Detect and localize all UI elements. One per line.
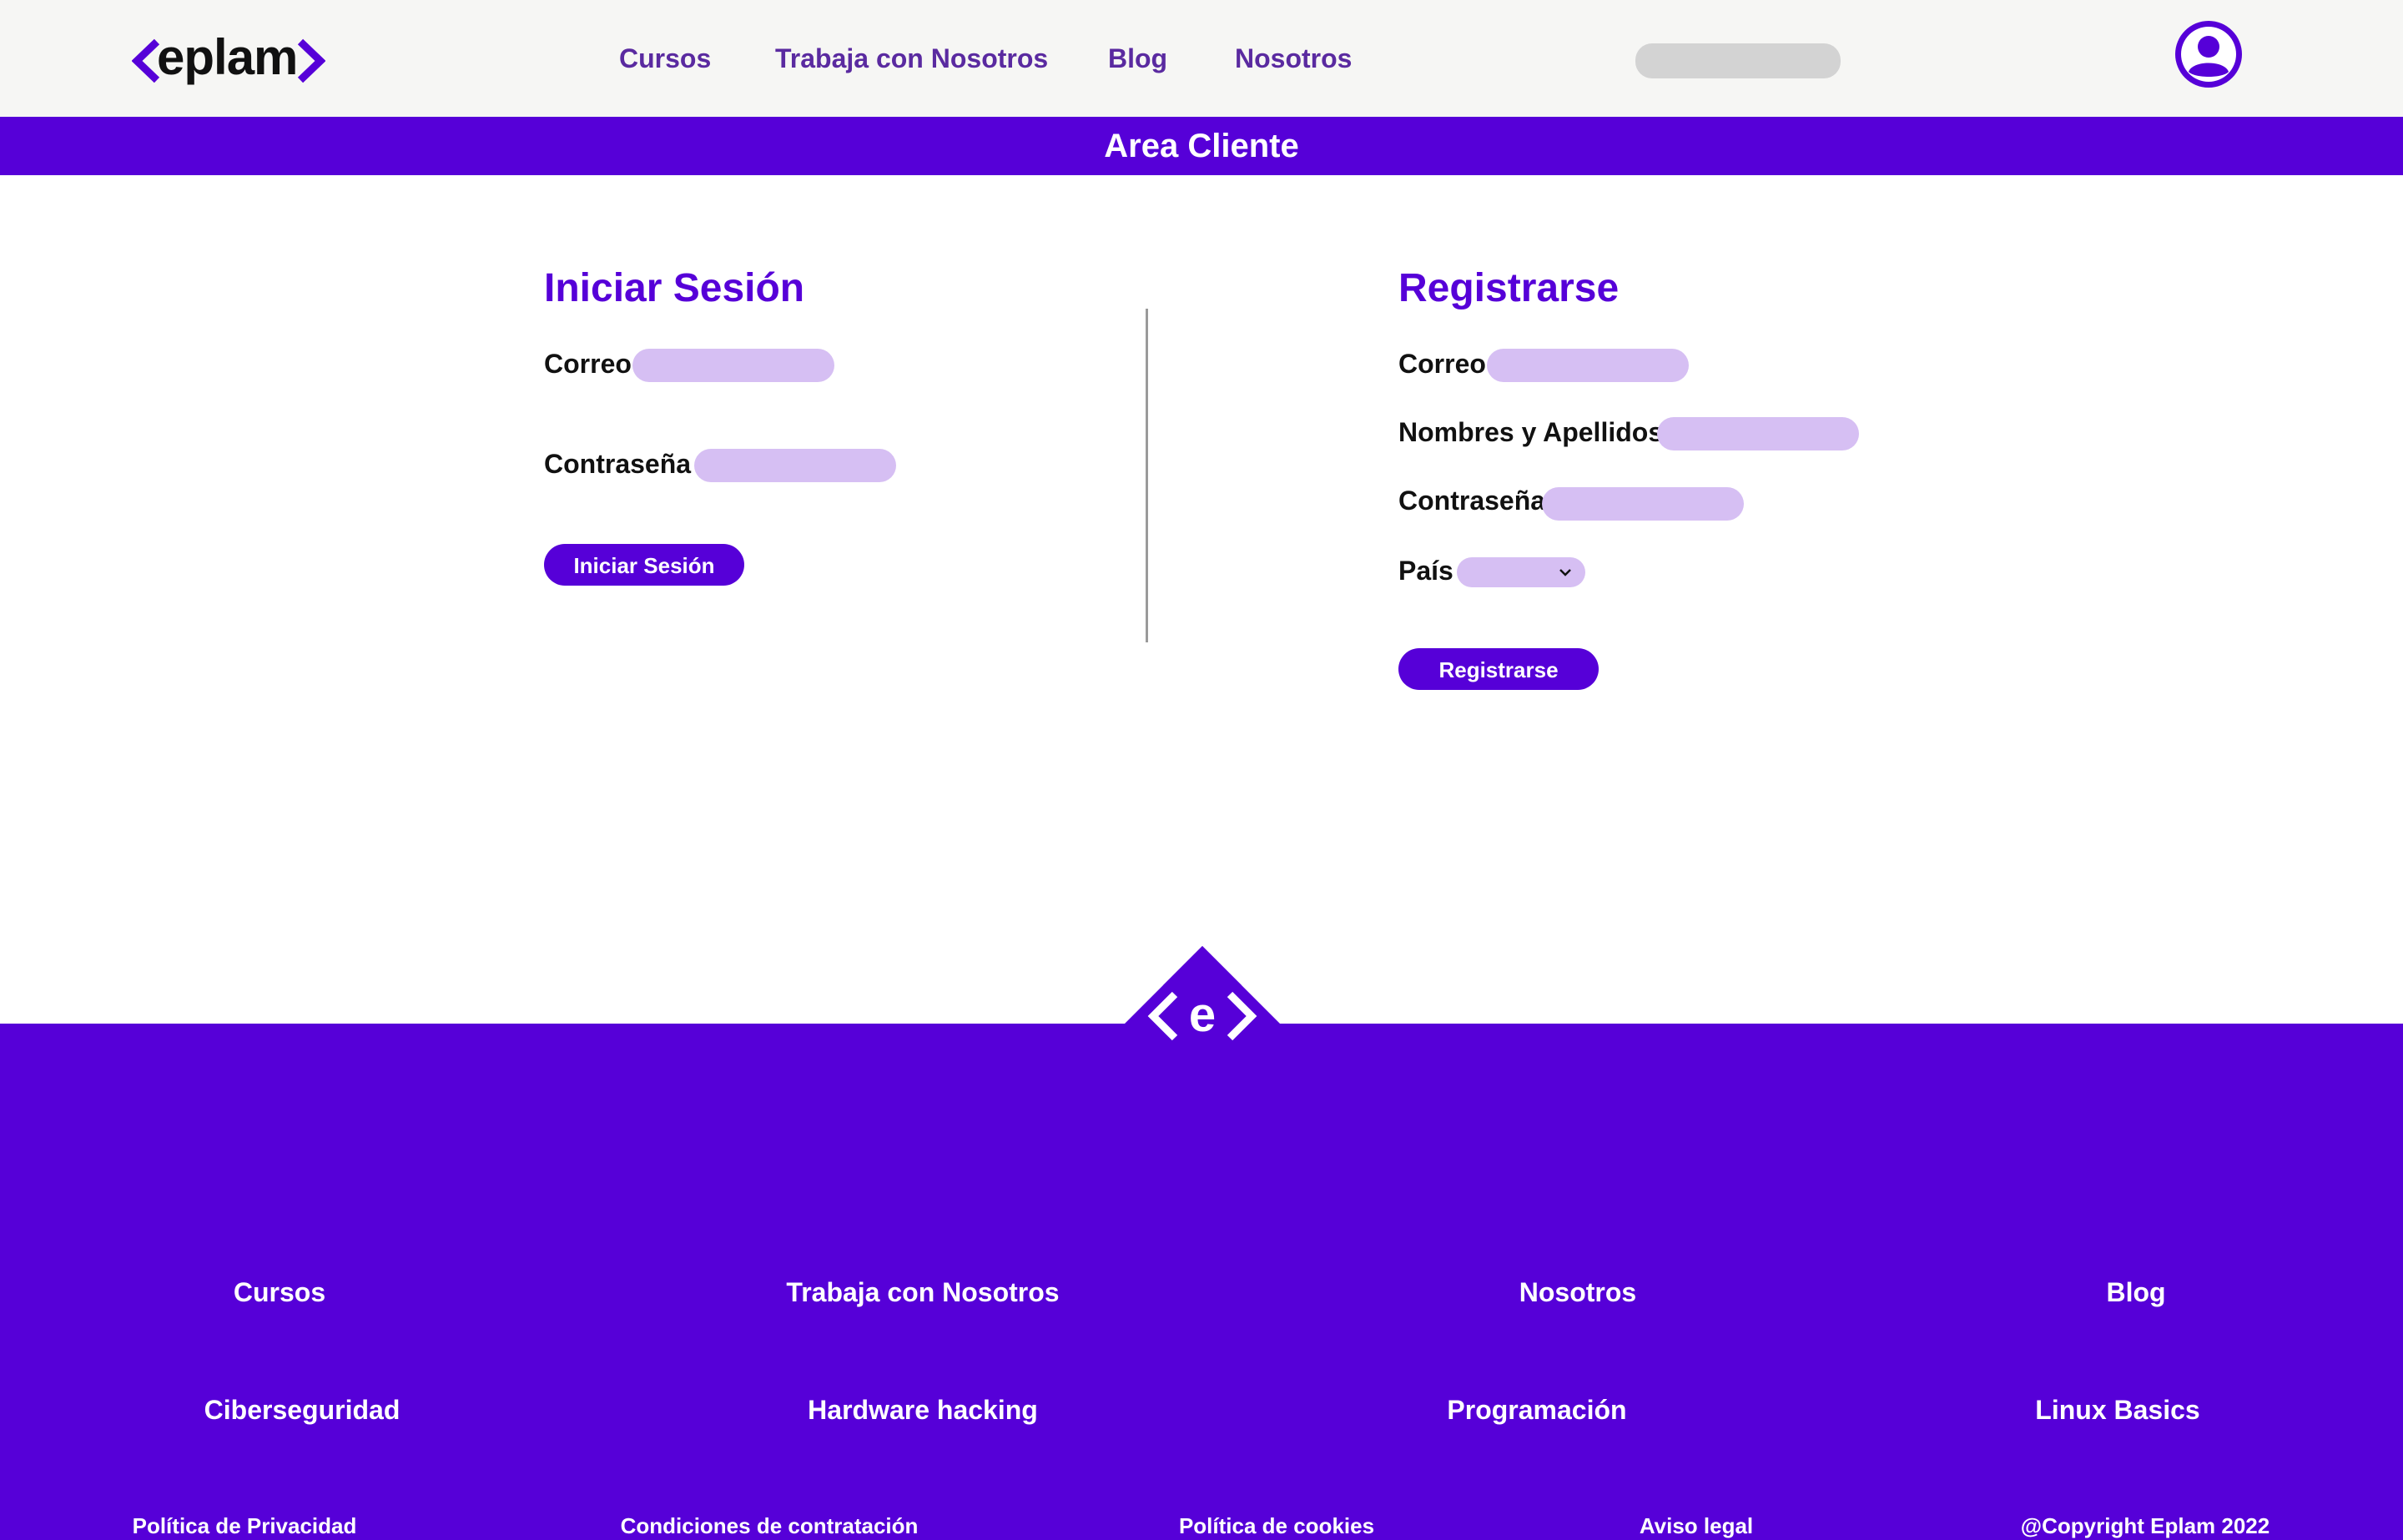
- area-cliente-banner: Area Cliente: [0, 117, 2403, 175]
- site-header: eplam Cursos Trabaja con Nosotros Blog N…: [0, 0, 2403, 117]
- chevron-down-icon: [1559, 569, 1571, 576]
- footer-link-cursos[interactable]: Cursos: [234, 1276, 325, 1309]
- register-country-label: País: [1398, 556, 1453, 586]
- search-input[interactable]: [1635, 43, 1841, 78]
- footer-link-ciberseguridad[interactable]: Ciberseguridad: [204, 1393, 400, 1427]
- eplam-emblem-icon: e: [1125, 946, 1280, 1063]
- login-password-input[interactable]: [694, 449, 896, 482]
- nav-trabaja-con-nosotros[interactable]: Trabaja con Nosotros: [775, 42, 1048, 75]
- footer-link-condiciones[interactable]: Condiciones de contratación: [621, 1512, 919, 1539]
- svg-text:e: e: [1189, 988, 1216, 1042]
- eplam-logo[interactable]: eplam: [132, 29, 325, 87]
- footer-link-cookies[interactable]: Política de cookies: [1179, 1512, 1374, 1539]
- footer-link-blog[interactable]: Blog: [2106, 1276, 2165, 1309]
- register-password-input[interactable]: [1542, 487, 1744, 521]
- register-email-label: Correo: [1398, 349, 1486, 379]
- login-email-input[interactable]: [632, 349, 834, 382]
- footer-copyright: @Copyright Eplam 2022: [2020, 1513, 2270, 1538]
- register-name-label: Nombres y Apellidos: [1398, 417, 1664, 447]
- nav-blog[interactable]: Blog: [1108, 42, 1167, 75]
- banner-title: Area Cliente: [1104, 128, 1299, 164]
- login-title: Iniciar Sesión: [544, 266, 805, 310]
- footer-link-programacion[interactable]: Programación: [1447, 1393, 1626, 1427]
- register-title: Registrarse: [1398, 266, 1620, 310]
- register-password-label: Contraseña: [1398, 486, 1546, 516]
- login-submit-button[interactable]: Iniciar Sesión: [544, 544, 744, 586]
- register-email-input[interactable]: [1487, 349, 1689, 382]
- right-bracket-icon: [297, 38, 325, 83]
- footer-link-privacidad[interactable]: Política de Privacidad: [133, 1512, 357, 1539]
- user-avatar-icon[interactable]: [2173, 18, 2244, 90]
- footer-link-linux-basics[interactable]: Linux Basics: [2035, 1393, 2199, 1427]
- register-name-input[interactable]: [1657, 417, 1859, 450]
- form-divider: [1146, 309, 1148, 642]
- login-password-label: Contraseña: [544, 449, 692, 479]
- footer-link-hardware-hacking[interactable]: Hardware hacking: [808, 1393, 1038, 1427]
- left-bracket-icon: [132, 38, 160, 83]
- register-country-select[interactable]: [1457, 557, 1585, 587]
- footer-link-nosotros[interactable]: Nosotros: [1519, 1276, 1636, 1309]
- nav-cursos[interactable]: Cursos: [619, 42, 711, 75]
- footer-link-trabaja[interactable]: Trabaja con Nosotros: [786, 1276, 1059, 1309]
- site-footer: Cursos Trabaja con Nosotros Nosotros Blo…: [0, 1024, 2403, 1540]
- login-email-label: Correo: [544, 349, 632, 379]
- register-submit-button[interactable]: Registrarse: [1398, 648, 1599, 690]
- footer-link-aviso-legal[interactable]: Aviso legal: [1640, 1512, 1753, 1539]
- nav-nosotros[interactable]: Nosotros: [1235, 42, 1352, 75]
- logo-wordmark: eplam: [157, 29, 298, 85]
